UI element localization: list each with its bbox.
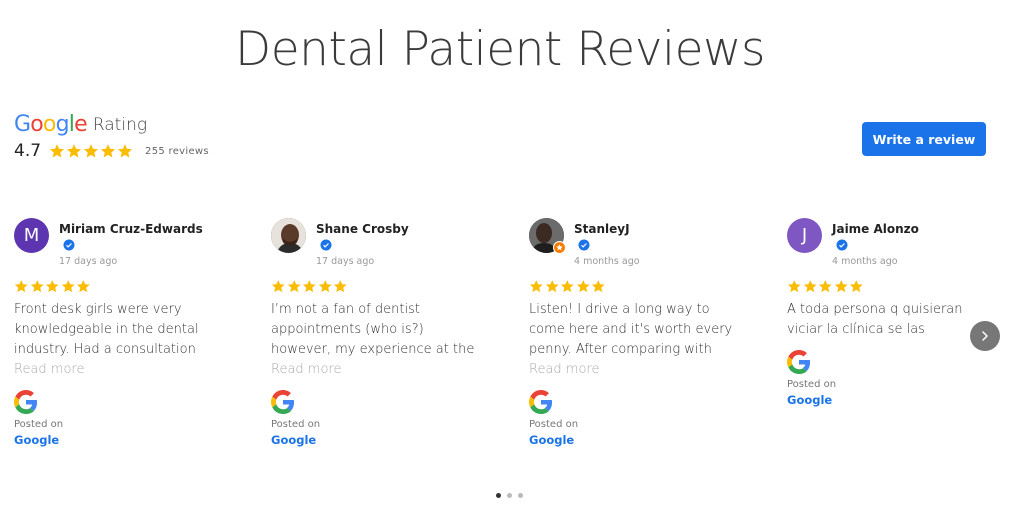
google-g-icon <box>529 389 553 414</box>
author-name[interactable]: Miriam Cruz-Edwards <box>59 222 203 237</box>
star-icon <box>117 143 133 159</box>
star-icon <box>576 279 591 294</box>
posted-source-link[interactable]: Google <box>529 433 734 447</box>
review-stars <box>271 279 476 294</box>
author-name[interactable]: StanleyJ <box>574 222 640 237</box>
page-title: Dental Patient Reviews <box>235 22 765 77</box>
read-more-link[interactable]: Read more <box>529 360 734 380</box>
posted-source-link[interactable]: Google <box>271 433 476 447</box>
posted-on-google: Posted on Google <box>271 389 476 447</box>
review-date: 17 days ago <box>59 256 118 267</box>
verified-badge-icon <box>836 239 848 251</box>
avatar-initial: M <box>23 225 40 246</box>
star-icon <box>271 279 286 294</box>
review-date: 4 months ago <box>574 256 640 267</box>
carousel-next-button[interactable] <box>970 321 1000 351</box>
posted-on-label: Posted on <box>271 418 321 430</box>
star-icon <box>545 279 560 294</box>
verified-badge-icon <box>63 239 75 251</box>
rating-label: Rating <box>92 114 148 135</box>
star-icon <box>333 279 348 294</box>
review-card: StanleyJ 4 months ago Listen! I drive a … <box>529 218 734 447</box>
avatar: M <box>14 218 49 253</box>
rating-score: 4.7 <box>14 141 42 161</box>
star-icon <box>834 279 849 294</box>
google-g-icon <box>14 389 38 414</box>
google-rating-summary: Google Rating 4.7 255 reviews <box>14 112 209 161</box>
review-stars <box>787 279 992 294</box>
avatar <box>529 218 566 254</box>
star-icon <box>591 279 606 294</box>
star-icon <box>30 279 45 294</box>
posted-on-label: Posted on <box>787 378 837 390</box>
verified-badge-icon <box>578 239 590 251</box>
review-card: J Jaime Alonzo 4 months ago A toda perso… <box>787 218 992 407</box>
star-icon <box>14 279 29 294</box>
star-icon <box>83 143 99 159</box>
star-icon <box>49 143 65 159</box>
avatar-initial: J <box>801 225 808 246</box>
star-icon <box>529 279 544 294</box>
write-review-button[interactable]: Write a review <box>862 122 986 156</box>
posted-on-label: Posted on <box>529 418 579 430</box>
star-icon <box>45 279 60 294</box>
star-icon <box>560 279 575 294</box>
verified-badge-icon <box>320 239 332 251</box>
star-icon <box>803 279 818 294</box>
review-date: 4 months ago <box>832 256 898 267</box>
review-text: Front desk girls were very knowledgeable… <box>14 301 199 357</box>
chevron-right-icon <box>982 331 988 341</box>
review-stars <box>14 279 219 294</box>
star-icon <box>318 279 333 294</box>
star-icon <box>787 279 802 294</box>
person-photo-icon <box>271 218 306 253</box>
avatar: J <box>787 218 822 253</box>
read-more-link[interactable]: Read more <box>271 360 476 380</box>
author-name[interactable]: Shane Crosby <box>316 222 409 237</box>
star-icon <box>76 279 91 294</box>
review-card: M Miriam Cruz-Edwards 17 days ago Front … <box>14 218 219 447</box>
posted-on-label: Posted on <box>14 418 64 430</box>
avatar <box>271 218 306 253</box>
pagination-dot[interactable] <box>507 493 512 498</box>
carousel-pagination <box>496 493 523 498</box>
google-g-icon <box>787 349 811 374</box>
posted-source-link[interactable]: Google <box>14 433 219 447</box>
star-icon <box>61 279 76 294</box>
review-card: Shane Crosby 17 days ago I’m not a fan o… <box>271 218 476 447</box>
posted-source-link[interactable]: Google <box>787 393 992 407</box>
google-logo: Google <box>14 112 88 137</box>
star-icon <box>849 279 864 294</box>
posted-on-google: Posted on Google <box>14 389 219 447</box>
reviews-carousel: M Miriam Cruz-Edwards 17 days ago Front … <box>14 218 994 458</box>
author-name[interactable]: Jaime Alonzo <box>832 222 919 237</box>
local-guide-icon <box>553 241 566 254</box>
star-icon <box>66 143 82 159</box>
review-stars <box>529 279 734 294</box>
review-text: Listen! I drive a long way to come here … <box>529 301 733 357</box>
posted-on-google: Posted on Google <box>529 389 734 447</box>
star-icon <box>302 279 317 294</box>
pagination-dot[interactable] <box>518 493 523 498</box>
review-text: I’m not a fan of dentist appointments (w… <box>271 301 475 357</box>
star-icon <box>287 279 302 294</box>
posted-on-google: Posted on Google <box>787 349 992 407</box>
review-text: A toda persona q quisieran viciar la clí… <box>787 301 963 337</box>
rating-stars <box>49 143 133 159</box>
star-icon <box>818 279 833 294</box>
review-count: 255 reviews <box>145 145 209 157</box>
read-more-link[interactable]: Read more <box>14 360 219 380</box>
review-date: 17 days ago <box>316 256 375 267</box>
pagination-dot[interactable] <box>496 493 501 498</box>
star-icon <box>100 143 116 159</box>
google-g-icon <box>271 389 295 414</box>
